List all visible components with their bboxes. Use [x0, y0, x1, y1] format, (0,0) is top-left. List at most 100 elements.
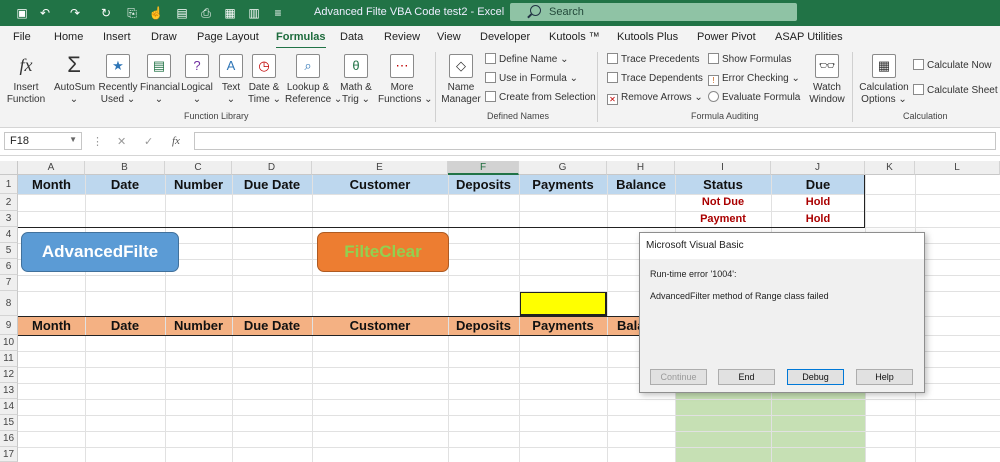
- create-from-selection-button[interactable]: Create from Selection: [485, 91, 596, 105]
- cell-i1[interactable]: Status: [675, 177, 771, 192]
- calculate-now-button[interactable]: Calculate Now: [913, 59, 991, 73]
- cell-i2[interactable]: Not Due: [675, 196, 771, 208]
- tab-kutools[interactable]: Kutools ™: [549, 31, 600, 43]
- math-trig-button[interactable]: θ Math & Trig ⌄: [337, 54, 375, 106]
- yellow-cell-g8[interactable]: [519, 291, 607, 316]
- save-icon[interactable]: ▣: [14, 5, 30, 21]
- filter-clear-button[interactable]: FilteClear: [317, 232, 449, 272]
- row-header-1[interactable]: 1: [0, 175, 18, 194]
- cell-a1[interactable]: Month: [18, 177, 85, 192]
- row-header-11[interactable]: 11: [0, 351, 18, 367]
- column-header-k[interactable]: K: [865, 161, 915, 175]
- row-header-4[interactable]: 4: [0, 227, 18, 243]
- undo-icon[interactable]: ↶: [37, 5, 53, 21]
- lookup-reference-button[interactable]: ⌕ Lookup & Reference ⌄: [285, 54, 342, 106]
- evaluate-formula-button[interactable]: Evaluate Formula: [708, 91, 800, 105]
- help-button[interactable]: Help: [856, 369, 913, 385]
- financial-button[interactable]: ▤ Financial ⌄: [140, 54, 180, 106]
- trace-dependents-button[interactable]: Trace Dependents: [607, 72, 703, 86]
- row-header-17[interactable]: 17: [0, 447, 18, 462]
- column-header-e[interactable]: E: [312, 161, 448, 175]
- tab-data[interactable]: Data: [340, 31, 363, 43]
- autosum-button[interactable]: Σ AutoSum ⌄: [54, 54, 95, 106]
- cell-f1[interactable]: Deposits: [448, 177, 519, 192]
- column-header-f[interactable]: F: [448, 161, 519, 175]
- chevron-down-icon[interactable]: ▼: [69, 135, 77, 144]
- row-header-16[interactable]: 16: [0, 431, 18, 447]
- tab-kutools-plus[interactable]: Kutools Plus: [617, 31, 678, 43]
- tab-insert[interactable]: Insert: [103, 31, 131, 43]
- row-header-13[interactable]: 13: [0, 383, 18, 399]
- row-header-15[interactable]: 15: [0, 415, 18, 431]
- column-header-g[interactable]: G: [519, 161, 607, 175]
- use-in-formula-button[interactable]: Use in Formula ⌄: [485, 72, 578, 86]
- show-formulas-button[interactable]: Show Formulas: [708, 53, 791, 67]
- redo-icon[interactable]: ↷: [67, 5, 83, 21]
- cell-a9[interactable]: Month: [18, 318, 85, 333]
- table-icon[interactable]: ▥: [246, 5, 262, 21]
- logical-button[interactable]: ? Logical ⌄: [181, 54, 213, 106]
- format-painter-icon[interactable]: ⎘: [124, 5, 140, 21]
- tab-page-layout[interactable]: Page Layout: [197, 31, 259, 43]
- cell-e9[interactable]: Customer: [312, 318, 448, 333]
- paste-icon[interactable]: ▤: [174, 5, 190, 21]
- cell-g9[interactable]: Payments: [519, 318, 607, 333]
- cell-g1[interactable]: Payments: [519, 177, 607, 192]
- print-icon[interactable]: ⎙: [198, 5, 214, 21]
- insert-function-button[interactable]: fx Insert Function: [6, 54, 46, 106]
- column-header-j[interactable]: J: [771, 161, 865, 175]
- row-header-8[interactable]: 8: [0, 291, 18, 316]
- column-header-b[interactable]: B: [85, 161, 165, 175]
- tab-draw[interactable]: Draw: [151, 31, 177, 43]
- cell-c9[interactable]: Number: [165, 318, 232, 333]
- customize-toolbar-icon[interactable]: ≡: [270, 5, 286, 21]
- cell-h1[interactable]: Balance: [607, 177, 675, 192]
- cell-i3[interactable]: Payment: [675, 213, 771, 225]
- error-checking-button[interactable]: ! Error Checking ⌄: [708, 72, 800, 86]
- cell-j3[interactable]: Hold: [771, 213, 865, 225]
- cell-b9[interactable]: Date: [85, 318, 165, 333]
- more-functions-button[interactable]: ⋯ More Functions ⌄: [378, 54, 433, 106]
- row-header-2[interactable]: 2: [0, 194, 18, 211]
- trace-precedents-button[interactable]: Trace Precedents: [607, 53, 700, 67]
- calculation-options-button[interactable]: ▦ Calculation Options ⌄: [858, 54, 910, 106]
- column-header-i[interactable]: I: [675, 161, 771, 175]
- end-button[interactable]: End: [718, 369, 775, 385]
- select-all-corner[interactable]: [0, 161, 18, 175]
- cancel-icon[interactable]: ✕: [117, 135, 126, 148]
- search-box[interactable]: Search: [510, 3, 797, 21]
- column-header-a[interactable]: A: [18, 161, 85, 175]
- column-header-d[interactable]: D: [232, 161, 312, 175]
- define-name-button[interactable]: Define Name ⌄: [485, 53, 569, 67]
- cell-h9[interactable]: Bala: [607, 318, 641, 333]
- cell-j1[interactable]: Due: [771, 177, 865, 192]
- tab-home[interactable]: Home: [54, 31, 83, 43]
- enter-icon[interactable]: ✓: [144, 135, 153, 148]
- touch-mode-icon[interactable]: ☝: [148, 5, 164, 21]
- row-header-6[interactable]: 6: [0, 259, 18, 275]
- tab-view[interactable]: View: [437, 31, 461, 43]
- row-header-10[interactable]: 10: [0, 335, 18, 351]
- column-header-l[interactable]: L: [915, 161, 1000, 175]
- date-time-button[interactable]: ◷ Date & Time ⌄: [248, 54, 281, 106]
- row-header-5[interactable]: 5: [0, 243, 18, 259]
- calculate-sheet-button[interactable]: Calculate Sheet: [913, 84, 998, 98]
- cell-d9[interactable]: Due Date: [232, 318, 312, 333]
- tab-asap-utilities[interactable]: ASAP Utilities: [775, 31, 843, 43]
- formula-input[interactable]: [194, 132, 996, 150]
- debug-button[interactable]: Debug: [787, 369, 844, 385]
- tab-review[interactable]: Review: [384, 31, 420, 43]
- row-header-7[interactable]: 7: [0, 275, 18, 291]
- name-box[interactable]: F18 ▼: [4, 132, 82, 150]
- text-button[interactable]: A Text ⌄: [219, 54, 243, 106]
- remove-arrows-button[interactable]: ✕ Remove Arrows ⌄: [607, 91, 703, 105]
- column-header-h[interactable]: H: [607, 161, 675, 175]
- row-header-3[interactable]: 3: [0, 211, 18, 227]
- tab-power-pivot[interactable]: Power Pivot: [697, 31, 756, 43]
- tab-developer[interactable]: Developer: [480, 31, 530, 43]
- recently-used-button[interactable]: ★ Recently Used ⌄: [98, 54, 138, 106]
- name-manager-button[interactable]: ◇ Name Manager: [441, 54, 481, 106]
- tab-file[interactable]: File: [13, 31, 31, 43]
- insert-function-icon[interactable]: fx: [172, 135, 180, 147]
- cell-e1[interactable]: Customer: [312, 177, 448, 192]
